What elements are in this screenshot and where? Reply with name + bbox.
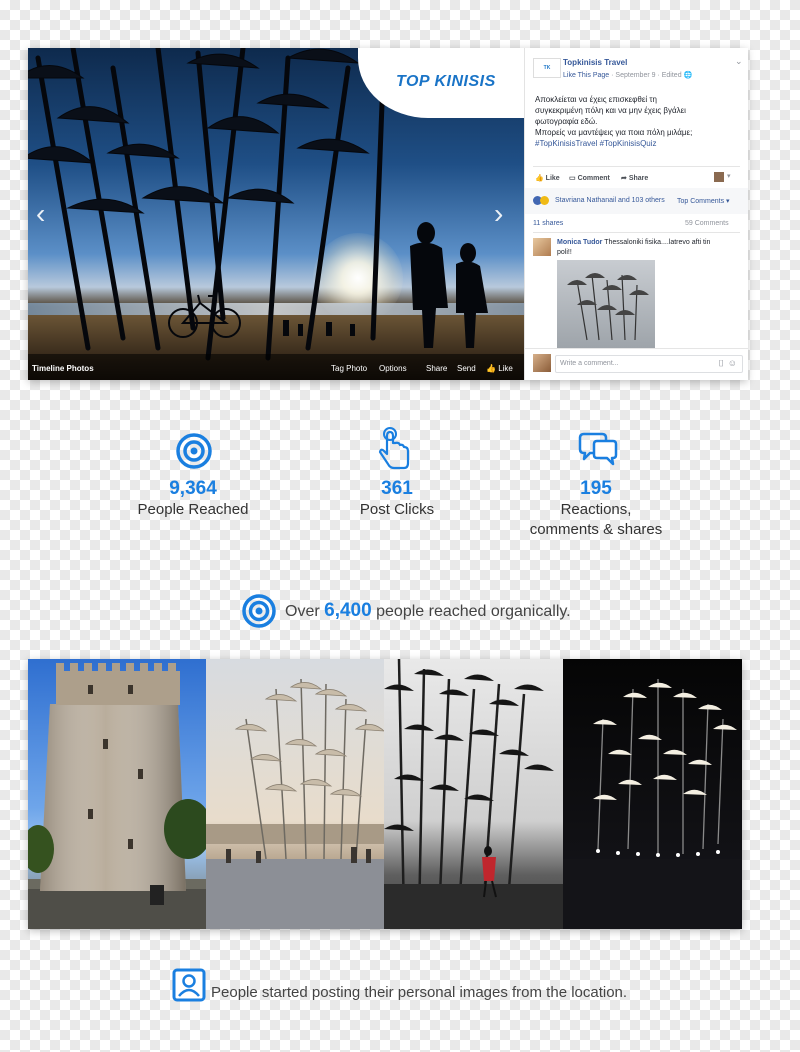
like-page-link[interactable]: Like This Page (563, 72, 609, 79)
organic-reach-text: Over 6,400 people reached organically. (285, 600, 571, 622)
share-label: Share (628, 175, 649, 182)
wow-reaction-icon (540, 196, 549, 205)
photo-like-button[interactable]: 👍 Like (486, 364, 513, 373)
post-text-line: Αποκλείεται να έχεις επισκεφθεί τη (535, 95, 657, 104)
comment-body: Monica Tudor Thessaloniki fisika....latr… (557, 238, 742, 258)
post-sidebar: TK Topkinisis Travel Like This Page · Se… (524, 48, 748, 380)
engagement-value: 195 (580, 478, 612, 499)
engagement-label: Reactions, comments & shares (529, 501, 663, 538)
organic-suffix: people reached organically. (376, 603, 571, 620)
post-text-line: φωτογραφία εδώ. (535, 117, 598, 126)
tag-photo-button[interactable]: Tag Photo (331, 364, 367, 373)
like-label: Like (545, 175, 560, 182)
user-profile-icon (172, 968, 206, 1002)
chat-bubbles-icon (578, 432, 618, 466)
send-button[interactable]: Send (457, 364, 476, 373)
divider (533, 232, 740, 233)
target-icon (242, 594, 276, 628)
umbrellas-daylight-photo[interactable] (206, 659, 384, 929)
chevron-down-icon: ▾ (724, 198, 730, 205)
comment-input[interactable]: Write a comment... ⌷ ☺ (555, 355, 743, 373)
page-avatar[interactable]: TK (533, 58, 561, 78)
current-user-avatar (533, 354, 551, 372)
reactions-text[interactable]: Stavriana Nathanail and 103 others (555, 197, 665, 204)
photo-share-button[interactable]: Share (426, 364, 447, 373)
globe-icon: 🌐 (683, 72, 693, 79)
click-icon (378, 427, 410, 470)
share-button[interactable]: ➦ Share (621, 174, 648, 182)
target-icon (176, 433, 212, 469)
options-button[interactable]: Options (379, 364, 407, 373)
comment-placeholder: Write a comment... (560, 360, 619, 367)
previous-photo-icon[interactable]: ‹ (36, 198, 45, 230)
footer-text: People started posting their personal im… (211, 984, 628, 1001)
reaction-icons[interactable] (533, 196, 549, 207)
photo-like-label: Like (498, 364, 513, 373)
hashtags[interactable]: #TopKinisisTravel #TopKinisisQuiz (535, 138, 740, 149)
umbrellas-bw-drawing (384, 659, 563, 929)
people-reached-value: 9,364 (169, 478, 217, 499)
viewer-avatar[interactable] (714, 172, 724, 182)
like-button[interactable]: 👍 Like (535, 174, 560, 182)
comment-text: Thessaloniki fisika....latrevo afti tin (604, 239, 711, 246)
people-reached-label: People Reached (137, 501, 249, 518)
umbrellas-daylight-drawing (206, 678, 384, 929)
comment-text-cont: poli!! (557, 249, 572, 256)
post-meta: Like This Page · September 9 · Edited 🌐 (563, 72, 693, 79)
post-clicks-value: 361 (381, 478, 413, 499)
thumbs-up-icon: 👍 (486, 364, 496, 373)
comment-label: Comment (577, 175, 610, 182)
user-photos-strip (28, 659, 742, 929)
post-date[interactable]: September 9 (615, 72, 655, 79)
divider (533, 166, 740, 167)
page-name-link[interactable]: Topkinisis Travel (563, 58, 627, 67)
organic-value: 6,400 (324, 600, 372, 621)
top-comments-dropdown[interactable]: Top Comments ▾ (677, 197, 730, 205)
comments-count[interactable]: 59 Comments (685, 220, 729, 227)
post-photo[interactable]: TOP KINISIS ‹ › Timeline Photos Tag Phot… (28, 48, 524, 380)
comment-photo[interactable] (557, 260, 655, 348)
facebook-post-card: TOP KINISIS ‹ › Timeline Photos Tag Phot… (28, 48, 748, 380)
comment-button[interactable]: ▭ Comment (569, 174, 610, 182)
divider (525, 348, 748, 349)
post-text-line: Μπορείς να μαντέψεις για ποια πόλη μιλάμ… (535, 128, 693, 137)
emoji-icon[interactable]: ☺ (728, 358, 737, 368)
umbrellas-night-photo[interactable] (563, 659, 742, 929)
share-arrow-icon: ➦ (621, 175, 627, 182)
photo-toolbar (28, 354, 524, 380)
post-text: Αποκλείεται να έχεις επισκεφθεί τη συγκε… (535, 94, 740, 149)
edited-label: Edited (661, 72, 682, 79)
camera-icon[interactable]: ⌷ (719, 358, 724, 369)
comment-icon: ▭ (569, 175, 576, 182)
comment-author[interactable]: Monica Tudor (557, 239, 602, 246)
organic-prefix: Over (285, 603, 320, 620)
audience-dropdown-icon[interactable]: ▾ (727, 172, 731, 180)
umbrellas-thumbnail (567, 273, 649, 341)
brand-logo: TOP KINISIS (396, 73, 496, 90)
post-options-icon[interactable]: ⌄ (735, 56, 743, 67)
thumbs-up-icon: 👍 (535, 175, 544, 182)
white-tower-photo[interactable] (28, 659, 206, 929)
post-text-line: συγκεκριμένη πόλη και να μην έχεις βγάλε… (535, 106, 686, 115)
post-clicks-label: Post Clicks (359, 501, 435, 518)
album-label[interactable]: Timeline Photos (32, 364, 94, 373)
white-tower-drawing (28, 663, 206, 929)
commenter-avatar[interactable] (533, 238, 551, 256)
shares-link[interactable]: 11 shares (533, 220, 563, 227)
top-comments-label: Top Comments (677, 198, 725, 205)
umbrellas-night-drawing (563, 679, 742, 929)
next-photo-icon[interactable]: › (494, 198, 503, 230)
umbrellas-bw-photo[interactable] (384, 659, 563, 929)
